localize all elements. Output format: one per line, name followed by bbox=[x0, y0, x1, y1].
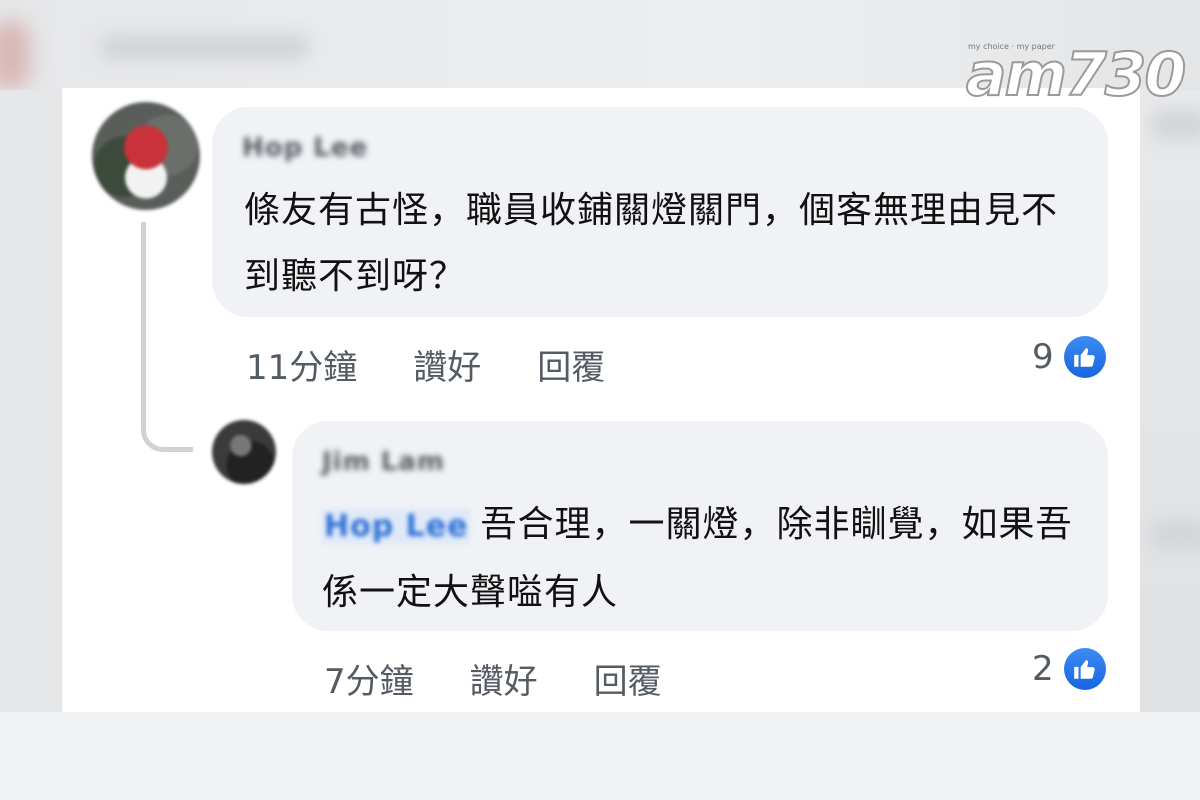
blurred-shape bbox=[230, 712, 380, 800]
blurred-shape bbox=[610, 712, 760, 800]
comment-author[interactable]: Hop Lee bbox=[242, 133, 368, 163]
blurred-background-right bbox=[1140, 90, 1200, 712]
reply-thread-connector bbox=[141, 222, 193, 452]
comment-body: Hop Lee 吾合理，一關燈，除非瞓覺，如果吾係一定大聲嗌有人 bbox=[322, 492, 1092, 626]
blurred-shape bbox=[0, 20, 30, 90]
blurred-background-bottom bbox=[0, 712, 1200, 800]
reply-button[interactable]: 回覆 bbox=[537, 340, 605, 389]
blurred-shape bbox=[100, 34, 310, 60]
avatar[interactable] bbox=[92, 102, 200, 210]
comment-timestamp[interactable]: 7分鐘 bbox=[324, 654, 414, 703]
comment-author[interactable]: Jim Lam bbox=[322, 447, 445, 477]
avatar[interactable] bbox=[212, 420, 276, 484]
blurred-background-left bbox=[0, 90, 62, 712]
blurred-shape bbox=[420, 712, 570, 800]
reaction-count[interactable]: 2 bbox=[1032, 648, 1106, 690]
comment-timestamp[interactable]: 11分鐘 bbox=[246, 340, 357, 389]
like-button[interactable]: 讚好 bbox=[413, 340, 481, 389]
like-count: 9 bbox=[1032, 337, 1054, 377]
comment-body: 條友有古怪，職員收鋪關燈關門，個客無理由見不到聽不到呀？ bbox=[244, 190, 1059, 297]
reaction-count[interactable]: 9 bbox=[1032, 336, 1106, 378]
reply-button[interactable]: 回覆 bbox=[594, 654, 662, 703]
blurred-shape bbox=[1150, 110, 1200, 140]
thumbs-up-icon bbox=[1063, 336, 1106, 378]
thumbs-up-icon bbox=[1063, 648, 1106, 690]
like-count: 2 bbox=[1032, 649, 1054, 689]
comment-actions: 11分鐘 讚好 回覆 bbox=[246, 340, 605, 389]
blurred-shape bbox=[1150, 520, 1200, 550]
mention-tag[interactable]: Hop Lee bbox=[322, 509, 471, 544]
am730-logo: my choice · my paper am730 bbox=[962, 36, 1187, 112]
logo-text: am730 bbox=[965, 39, 1187, 111]
comment-actions: 7分鐘 讚好 回覆 bbox=[324, 654, 662, 703]
like-button[interactable]: 讚好 bbox=[470, 654, 538, 703]
